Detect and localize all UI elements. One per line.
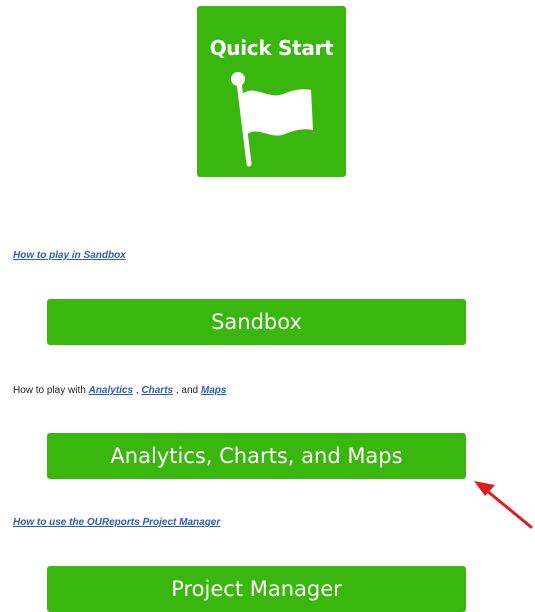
charts-link[interactable]: Charts: [141, 385, 173, 396]
flag-icon: [231, 72, 313, 167]
quick-start-title: Quick Start: [209, 36, 334, 60]
sandbox-help-link[interactable]: How to play in Sandbox: [13, 250, 126, 261]
separator-2: , and: [173, 385, 201, 396]
project-manager-help-link[interactable]: How to use the OUReports Project Manager: [13, 517, 220, 528]
analytics-help-text: How to play with Analytics , Charts , an…: [13, 385, 226, 396]
analytics-charts-maps-button[interactable]: Analytics, Charts, and Maps: [47, 433, 466, 479]
sandbox-button[interactable]: Sandbox: [47, 299, 466, 345]
analytics-help-prefix: How to play with: [13, 385, 89, 396]
maps-link[interactable]: Maps: [201, 385, 227, 396]
quick-start-tile[interactable]: Quick Start: [197, 6, 346, 177]
project-manager-button[interactable]: Project Manager: [47, 566, 466, 612]
analytics-link[interactable]: Analytics: [89, 385, 133, 396]
